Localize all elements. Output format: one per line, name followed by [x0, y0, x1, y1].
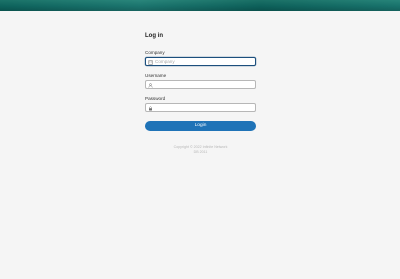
company-field-group: Company — [145, 50, 256, 66]
user-icon — [148, 82, 153, 88]
username-input-wrap[interactable] — [145, 80, 256, 89]
password-input[interactable] — [155, 104, 253, 111]
login-title: Log in — [145, 33, 163, 39]
building-icon — [148, 59, 153, 65]
company-label: Company — [145, 50, 165, 55]
username-field-group: Username — [145, 73, 256, 89]
password-field-group: Password — [145, 96, 256, 112]
company-input[interactable] — [155, 58, 253, 65]
copyright-line-2: DB 2011 — [193, 150, 208, 154]
password-input-wrap[interactable] — [145, 103, 256, 112]
login-panel: Log in Company Username — [145, 33, 256, 155]
lock-icon — [148, 106, 153, 111]
copyright-text: Copyright © 2022 Infinite Network DB 201… — [145, 145, 256, 155]
password-label: Password — [145, 96, 166, 101]
username-label: Username — [145, 73, 167, 78]
login-button[interactable]: Login — [145, 121, 256, 131]
top-banner — [0, 0, 400, 11]
username-input[interactable] — [155, 81, 253, 88]
company-input-wrap[interactable] — [145, 57, 256, 66]
